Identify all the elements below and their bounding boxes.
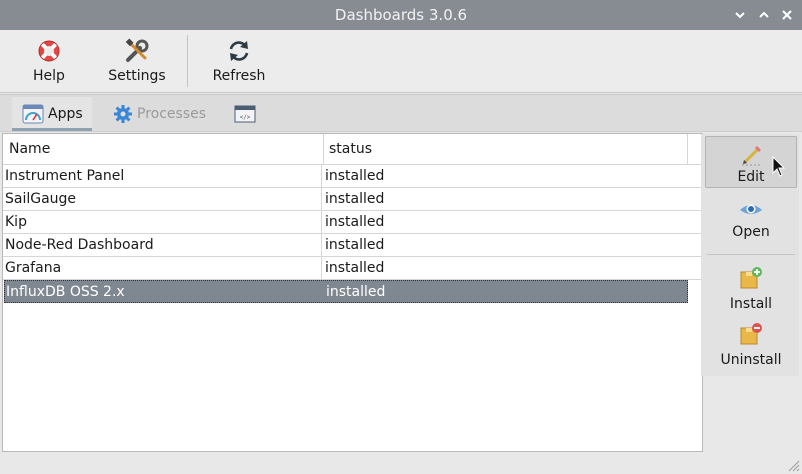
cell-divider <box>321 188 322 210</box>
cell-divider <box>321 257 322 279</box>
settings-button[interactable]: Settings <box>106 30 168 92</box>
cell-name: Kip <box>5 214 27 230</box>
cell-name: Instrument Panel <box>5 168 125 184</box>
package-remove-icon <box>740 323 762 345</box>
chevron-down-icon <box>735 12 745 19</box>
lifebuoy-icon <box>38 40 60 62</box>
mouse-cursor-icon <box>772 156 786 177</box>
cell-status: installed <box>326 284 386 300</box>
uninstall-button[interactable]: Uninstall <box>705 320 797 372</box>
svg-text:</>: </> <box>240 114 251 121</box>
tab-apps[interactable]: Apps <box>12 97 92 131</box>
table-row[interactable]: SailGauge installed <box>3 188 702 211</box>
dashboard-gauge-icon <box>22 104 44 124</box>
package-add-icon <box>740 267 762 289</box>
cell-status: installed <box>325 168 385 184</box>
refresh-button[interactable]: Refresh <box>208 30 270 92</box>
open-button[interactable]: Open <box>705 194 797 244</box>
chevron-up-icon <box>759 11 769 18</box>
table-row[interactable]: Kip installed <box>3 211 702 234</box>
cell-status: installed <box>325 260 385 276</box>
install-label: Install <box>729 296 773 312</box>
tab-processes-label: Processes <box>137 106 207 122</box>
help-button[interactable]: Help <box>18 30 80 92</box>
close-button[interactable] <box>779 7 795 23</box>
install-button[interactable]: Install <box>705 262 797 314</box>
settings-label: Settings <box>108 68 166 84</box>
maximize-button[interactable] <box>756 7 772 23</box>
resize-grip-icon[interactable] <box>786 458 800 472</box>
toolbar-separator <box>187 35 188 87</box>
column-header-status[interactable]: status <box>329 141 372 157</box>
help-label: Help <box>33 68 65 84</box>
table-row[interactable]: Instrument Panel installed <box>3 165 702 188</box>
toolbar: Help Settings Refresh <box>0 30 802 93</box>
cell-name: Grafana <box>5 260 62 276</box>
tab-processes[interactable]: Processes <box>110 97 210 131</box>
title-bar: Dashboards 3.0.6 <box>0 0 802 30</box>
close-icon <box>782 10 792 20</box>
pencil-icon <box>742 145 762 166</box>
cell-divider <box>321 234 322 256</box>
column-divider[interactable] <box>323 134 324 164</box>
cell-name: Node-Red Dashboard <box>5 237 154 253</box>
minimize-button[interactable] <box>732 7 748 23</box>
tools-icon <box>125 38 149 62</box>
cell-name: InfluxDB OSS 2.x <box>6 284 125 300</box>
refresh-label: Refresh <box>212 68 266 84</box>
table-row-selected[interactable]: InfluxDB OSS 2.x installed <box>4 280 688 303</box>
uninstall-label: Uninstall <box>720 352 782 368</box>
table-header: Name status <box>3 134 702 165</box>
cell-name: SailGauge <box>5 191 77 207</box>
cell-divider <box>321 211 322 233</box>
apps-panel: Name status Instrument Panel installed S… <box>0 131 802 453</box>
column-divider[interactable] <box>687 134 688 164</box>
column-header-name[interactable]: Name <box>9 141 50 157</box>
apps-table[interactable]: Name status Instrument Panel installed S… <box>2 133 703 452</box>
status-bar <box>0 453 802 474</box>
tab-apps-label: Apps <box>48 106 83 122</box>
cell-status: installed <box>325 191 385 207</box>
refresh-icon <box>229 41 249 61</box>
sidebar-separator <box>707 254 795 255</box>
open-label: Open <box>732 224 770 240</box>
cell-divider <box>321 165 322 187</box>
cell-status: installed <box>325 237 385 253</box>
tab-bar: Apps Processes </> <box>0 94 802 131</box>
eye-icon <box>740 204 762 214</box>
table-row[interactable]: Node-Red Dashboard installed <box>3 234 702 257</box>
table-row[interactable]: Grafana installed <box>3 257 702 280</box>
cell-status: installed <box>325 214 385 230</box>
tab-console[interactable]: </> <box>228 97 262 131</box>
code-window-icon: </> <box>234 105 256 123</box>
gear-icon <box>114 105 132 123</box>
window-title: Dashboards 3.0.6 <box>334 6 468 24</box>
